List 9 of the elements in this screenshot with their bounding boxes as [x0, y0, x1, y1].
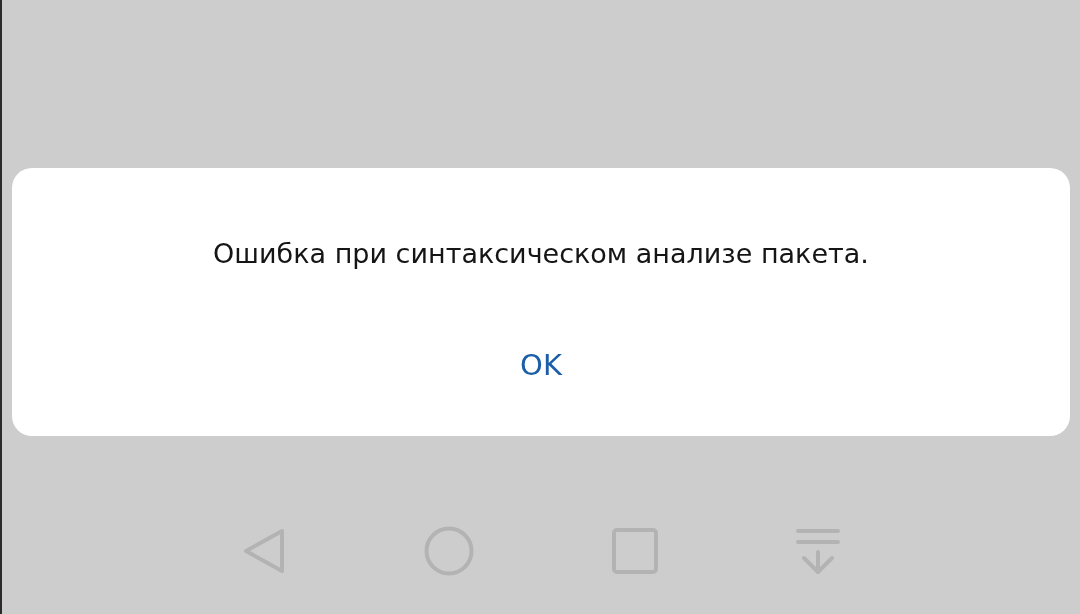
notification-pull-button[interactable] [796, 528, 840, 574]
recents-square-icon [612, 528, 658, 574]
back-button[interactable] [242, 527, 286, 575]
back-triangle-icon [242, 527, 286, 575]
ok-button[interactable]: OK [506, 344, 576, 386]
error-message: Ошибка при синтаксическом анализе пакета. [213, 237, 869, 271]
recents-button[interactable] [612, 528, 658, 574]
home-circle-icon [424, 526, 474, 576]
home-button[interactable] [424, 526, 474, 576]
